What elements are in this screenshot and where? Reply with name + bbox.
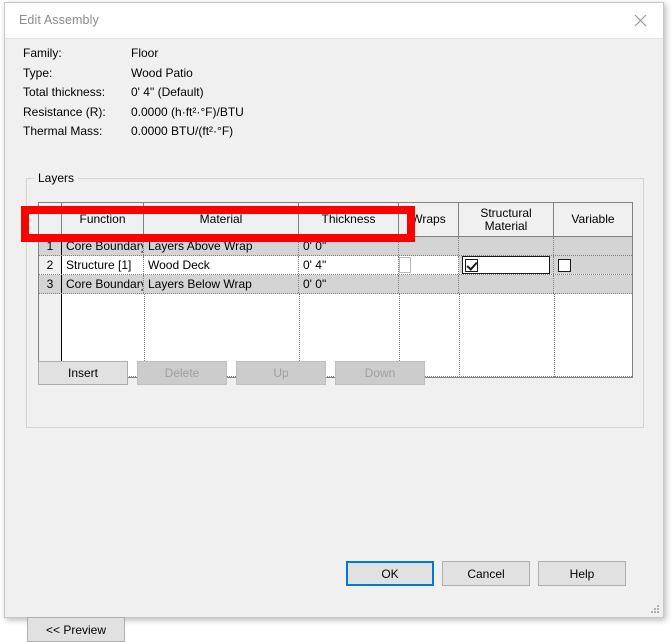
cell-variable[interactable] [554,275,632,293]
cell-wraps[interactable] [399,256,459,274]
dialog-body: Family: Floor Type: Wood Patio Total thi… [5,38,663,642]
thermal-mass-label: Thermal Mass: [23,124,103,138]
resistance-label: Resistance (R): [23,104,106,119]
column-header-number [39,203,62,236]
close-icon[interactable] [617,3,663,37]
cell-wraps[interactable] [399,275,459,293]
table-header-row: Function Material Thickness Wraps Struct… [39,203,632,237]
column-header-function[interactable]: Function [62,203,144,236]
type-value: Wood Patio [131,65,193,80]
layers-group-label: Layers [34,171,79,185]
row-number: 1 [39,237,62,255]
window-title: Edit Assembly [19,13,99,27]
structural-material-checkbox[interactable] [465,258,478,272]
variable-checkbox[interactable] [558,258,571,272]
total-thickness-label: Total thickness: [23,85,106,99]
table-row[interactable]: 3 Core Boundary Layers Below Wrap 0' 0" [39,275,632,294]
cell-material[interactable]: Layers Above Wrap [144,237,299,255]
cell-material[interactable]: Layers Below Wrap [144,275,299,293]
down-button: Down [335,361,425,385]
property-row-type: Type: Wood Patio [23,66,423,86]
column-header-thickness[interactable]: Thickness [299,203,399,236]
cell-function[interactable]: Structure [1] [62,256,144,274]
property-row-resistance: Resistance (R): 0.0000 (h·ft²·°F)/BTU [23,105,423,125]
cell-structural-material[interactable] [459,256,554,274]
column-header-wraps[interactable]: Wraps [399,203,459,236]
ok-button[interactable]: OK [346,561,434,586]
insert-button[interactable]: Insert [38,361,128,385]
structural-material-line1: Structural [480,205,532,220]
resize-grip[interactable] [648,602,660,614]
assembly-properties: Family: Floor Type: Wood Patio Total thi… [23,46,423,144]
cell-function[interactable]: Core Boundary [62,275,144,293]
total-thickness-value: 0' 4" (Default) [131,85,204,99]
thermal-mass-value: 0.0000 BTU/(ft²·°F) [131,124,234,138]
type-label: Type: [23,65,53,80]
column-header-structural-material[interactable]: Structural Material [459,203,554,236]
property-row-family: Family: Floor [23,46,423,66]
cell-structural-material[interactable] [459,237,554,255]
wraps-stub [399,257,411,273]
grid-line [459,294,460,377]
cell-thickness[interactable]: 0' 4" [299,256,399,274]
up-button: Up [236,361,326,385]
column-header-material[interactable]: Material [144,203,299,236]
cell-thickness[interactable]: 0' 0" [299,237,399,255]
resistance-value: 0.0000 (h·ft²·°F)/BTU [131,104,244,119]
cancel-button[interactable]: Cancel [442,561,530,586]
property-row-total-thickness: Total thickness: 0' 4" (Default) [23,85,423,105]
table-row[interactable]: 2 Structure [1] Wood Deck 0' 4" [39,256,632,275]
delete-button: Delete [137,361,227,385]
row-number: 3 [39,275,62,293]
cell-variable[interactable] [554,237,632,255]
table-row[interactable]: 1 Core Boundary Layers Above Wrap 0' 0" [39,237,632,256]
cell-variable[interactable] [554,256,632,274]
family-value: Floor [131,46,159,60]
help-button[interactable]: Help [538,561,626,586]
cell-thickness[interactable]: 0' 0" [299,275,399,293]
layers-table[interactable]: Function Material Thickness Wraps Struct… [38,202,633,378]
cell-structural-material[interactable] [459,275,554,293]
column-header-variable[interactable]: Variable [554,203,632,236]
cell-function[interactable]: Core Boundary [62,237,144,255]
family-label: Family: [23,46,62,60]
structural-material-field[interactable] [462,256,550,274]
grid-line [554,294,555,377]
title-bar: Edit Assembly [5,3,663,38]
row-number: 2 [39,256,62,274]
property-row-thermal-mass: Thermal Mass: 0.0000 BTU/(ft²·°F) [23,124,423,144]
cell-wraps[interactable] [399,237,459,255]
edit-assembly-dialog: Edit Assembly Family: Floor Type: Wood P… [4,2,664,642]
cell-material[interactable]: Wood Deck [144,256,299,274]
structural-material-line2: Material [484,218,528,233]
preview-button[interactable]: << Preview [27,617,125,642]
